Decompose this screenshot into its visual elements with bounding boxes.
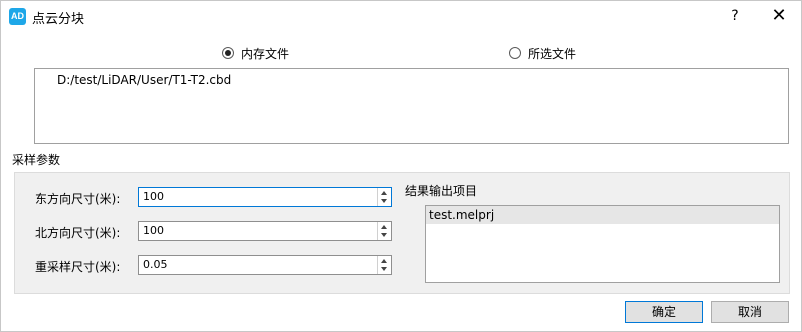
output-item-label: test.melprj — [429, 208, 495, 222]
window-title: 点云分块 — [32, 12, 85, 27]
east-size-label: 东方向尺寸(米): — [35, 192, 121, 206]
radio-selected-file-label: 所选文件 — [528, 46, 577, 61]
cancel-button[interactable]: 取消 — [711, 301, 789, 323]
spin-buttons — [377, 222, 391, 240]
east-size-value[interactable]: 100 — [143, 190, 164, 203]
radio-memory-file-label: 内存文件 — [241, 46, 290, 61]
north-size-label: 北方向尺寸(米): — [35, 226, 121, 240]
help-button[interactable]: ? — [726, 6, 744, 26]
list-item[interactable]: D:/test/LiDAR/User/T1-T2.cbd — [57, 73, 231, 87]
ok-button[interactable]: 确定 — [625, 301, 703, 323]
output-project-list[interactable]: test.melprj — [425, 205, 780, 283]
east-size-spinbox[interactable]: 100 — [138, 187, 392, 207]
close-button[interactable]: ✕ — [769, 6, 789, 26]
file-list[interactable]: D:/test/LiDAR/User/T1-T2.cbd — [34, 68, 789, 144]
radio-selected-file[interactable]: 所选文件 — [509, 44, 576, 62]
spin-down-icon[interactable] — [378, 231, 391, 240]
sampling-params-title: 采样参数 — [12, 153, 61, 167]
output-project-label: 结果输出项目 — [405, 184, 478, 198]
spin-up-icon[interactable] — [378, 222, 391, 231]
spin-down-icon[interactable] — [378, 197, 391, 206]
list-item[interactable]: test.melprj — [426, 206, 779, 224]
spin-up-icon[interactable] — [378, 188, 391, 197]
resample-size-spinbox[interactable]: 0.05 — [138, 255, 392, 275]
app-logo-icon: AD — [9, 8, 26, 25]
radio-checked-icon[interactable] — [222, 47, 234, 59]
radio-memory-file[interactable]: 内存文件 — [222, 44, 289, 62]
title-bar: AD 点云分块 ? ✕ — [1, 1, 801, 31]
spin-buttons — [377, 188, 391, 206]
north-size-spinbox[interactable]: 100 — [138, 221, 392, 241]
radio-unchecked-icon[interactable] — [509, 47, 521, 59]
spin-buttons — [377, 256, 391, 274]
point-cloud-tiling-dialog: AD 点云分块 ? ✕ 内存文件 所选文件 D:/test/LiDAR/User… — [0, 0, 802, 332]
resample-size-label: 重采样尺寸(米): — [35, 260, 121, 274]
resample-size-value[interactable]: 0.05 — [143, 258, 168, 271]
spin-up-icon[interactable] — [378, 256, 391, 265]
north-size-value[interactable]: 100 — [143, 224, 164, 237]
spin-down-icon[interactable] — [378, 265, 391, 274]
